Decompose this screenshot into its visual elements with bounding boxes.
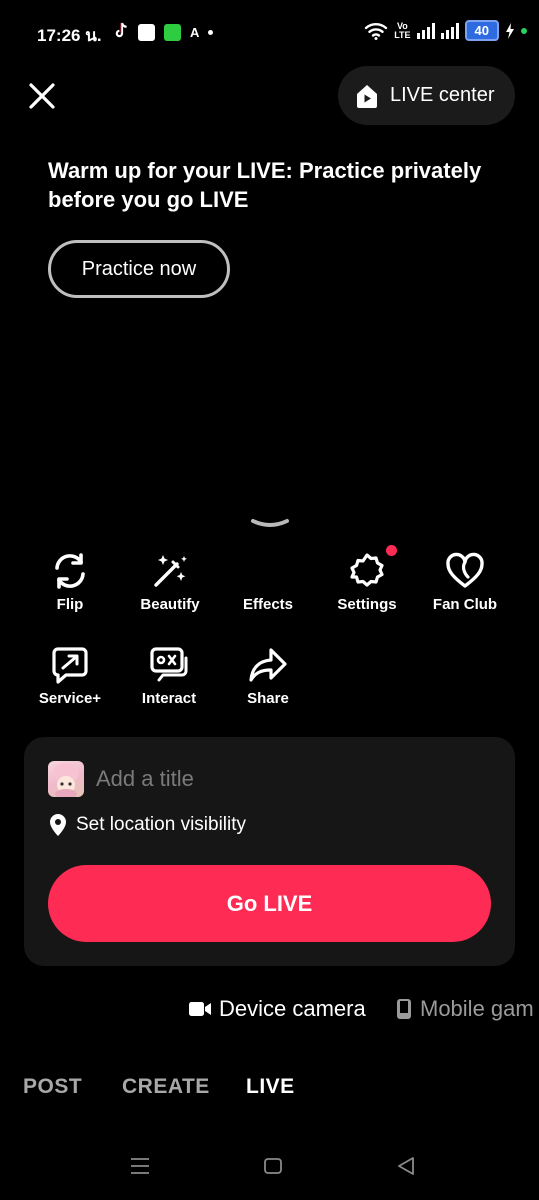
status-time: 17:26 น.: [37, 26, 102, 45]
status-indicators: Vo LTE 40: [364, 20, 527, 41]
volte-indicator: Vo LTE: [394, 21, 411, 40]
avatar-image: [53, 763, 79, 797]
tool-label: Flip: [56, 596, 84, 613]
cover-avatar[interactable]: [48, 761, 84, 797]
chevron-down-icon: [251, 519, 289, 527]
tool-label: Share: [247, 690, 289, 707]
menu-lines-icon: [131, 1158, 149, 1174]
flip-camera-icon: [55, 553, 85, 589]
signal-icon-2: [440, 22, 459, 39]
source-device-camera[interactable]: Device camera: [189, 996, 366, 1022]
source-label: Device camera: [219, 996, 366, 1021]
tool-beautify[interactable]: Beautify: [120, 552, 220, 613]
share-arrow-icon: [249, 648, 287, 682]
tiktok-notification-icon: [114, 22, 129, 42]
promo-title: Warm up for your LIVE: Practice privatel…: [48, 158, 482, 212]
volte-bottom: LTE: [394, 29, 411, 40]
notification-icons: A: [114, 22, 214, 42]
phone-icon: [397, 999, 411, 1019]
battery-indicator: 40: [464, 20, 499, 41]
back-triangle-icon: [398, 1157, 414, 1175]
effects-icon: [248, 552, 288, 590]
tool-label: Interact: [141, 690, 197, 707]
live-setup-card: Set location visibility Go LIVE: [24, 737, 515, 966]
line-notification-icon: [164, 23, 181, 41]
close-icon: [29, 83, 55, 109]
live-center-icon: [357, 84, 377, 108]
tool-fan-club[interactable]: Fan Club: [415, 552, 515, 613]
privacy-dot: [521, 27, 527, 34]
signal-icon-1: [416, 22, 435, 39]
tool-label: Fan Club: [432, 596, 498, 613]
mode-tab-live[interactable]: LIVE: [246, 1075, 295, 1099]
recent-apps-button[interactable]: [130, 1156, 150, 1181]
heart-icon: [446, 552, 484, 588]
location-pin-icon: [50, 814, 66, 836]
tool-label: Settings: [337, 596, 397, 613]
mode-tab-post[interactable]: POST: [23, 1075, 82, 1099]
collapse-panel-handle[interactable]: [250, 514, 290, 534]
tool-settings[interactable]: Settings: [317, 552, 417, 613]
location-visibility-label: Set location visibility: [76, 814, 247, 835]
tool-label: Effects: [242, 596, 294, 613]
app-notification-icon: [138, 23, 155, 41]
home-square-icon: [264, 1158, 282, 1174]
settings-notification-dot: [386, 545, 397, 556]
source-label: Mobile gam: [420, 996, 534, 1021]
wifi-icon: [364, 22, 388, 40]
live-center-label: LIVE center: [390, 84, 495, 106]
tool-share[interactable]: Share: [218, 646, 318, 707]
go-live-button[interactable]: Go LIVE: [48, 865, 491, 942]
more-notifications-dot: [208, 29, 214, 35]
tool-service-plus[interactable]: Service+: [20, 646, 120, 707]
mode-tab-create[interactable]: CREATE: [122, 1075, 210, 1099]
home-button[interactable]: [263, 1156, 283, 1181]
tool-label: Service+: [38, 690, 102, 707]
tool-label: Beautify: [140, 596, 200, 613]
source-mobile-game[interactable]: Mobile gam: [396, 996, 534, 1022]
interact-icon: [150, 647, 188, 682]
tool-flip[interactable]: Flip: [20, 552, 120, 613]
tool-effects[interactable]: Effects: [218, 552, 318, 613]
service-plus-icon: [52, 647, 88, 684]
back-button[interactable]: [396, 1156, 416, 1181]
location-visibility-row[interactable]: Set location visibility: [48, 813, 246, 837]
practice-now-button[interactable]: Practice now: [48, 240, 230, 298]
live-center-button[interactable]: LIVE center: [338, 66, 515, 125]
close-button[interactable]: [26, 80, 58, 112]
magic-wand-icon: [154, 555, 187, 587]
gear-icon: [350, 553, 384, 587]
app-letter-icon: A: [190, 24, 200, 40]
live-title-input[interactable]: [96, 764, 476, 794]
charging-icon: [506, 22, 514, 39]
video-camera-icon: [189, 1002, 211, 1016]
tool-interact[interactable]: Interact: [119, 646, 219, 707]
status-bar: 17:26 น. A Vo LTE 40: [0, 0, 539, 62]
